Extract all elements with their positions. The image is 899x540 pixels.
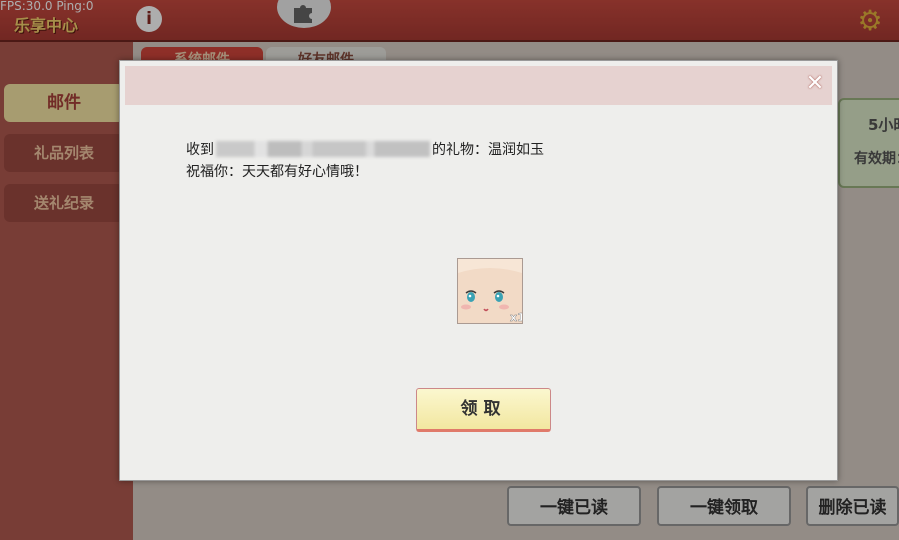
blessing-text: 祝福你：天天都有好心情哦！ [186, 164, 368, 180]
message-suffix: 的礼物：温润如玉 [432, 142, 544, 158]
message-prefix: 收到 [186, 142, 214, 158]
close-icon[interactable]: ✕ [804, 73, 826, 95]
face-icon: x1 [458, 259, 522, 323]
gift-message: 收到 的礼物：温润如玉 [186, 139, 544, 158]
gift-item-icon: x1 [457, 258, 523, 324]
dialog-header [125, 66, 832, 105]
claim-button[interactable]: 领取 [416, 388, 551, 432]
blurred-sender-name [216, 141, 430, 157]
gift-count: x1 [510, 311, 522, 323]
gift-dialog: ✕ 收到 的礼物：温润如玉 祝福你：天天都有好心情哦！ x1 领取 [119, 60, 838, 481]
